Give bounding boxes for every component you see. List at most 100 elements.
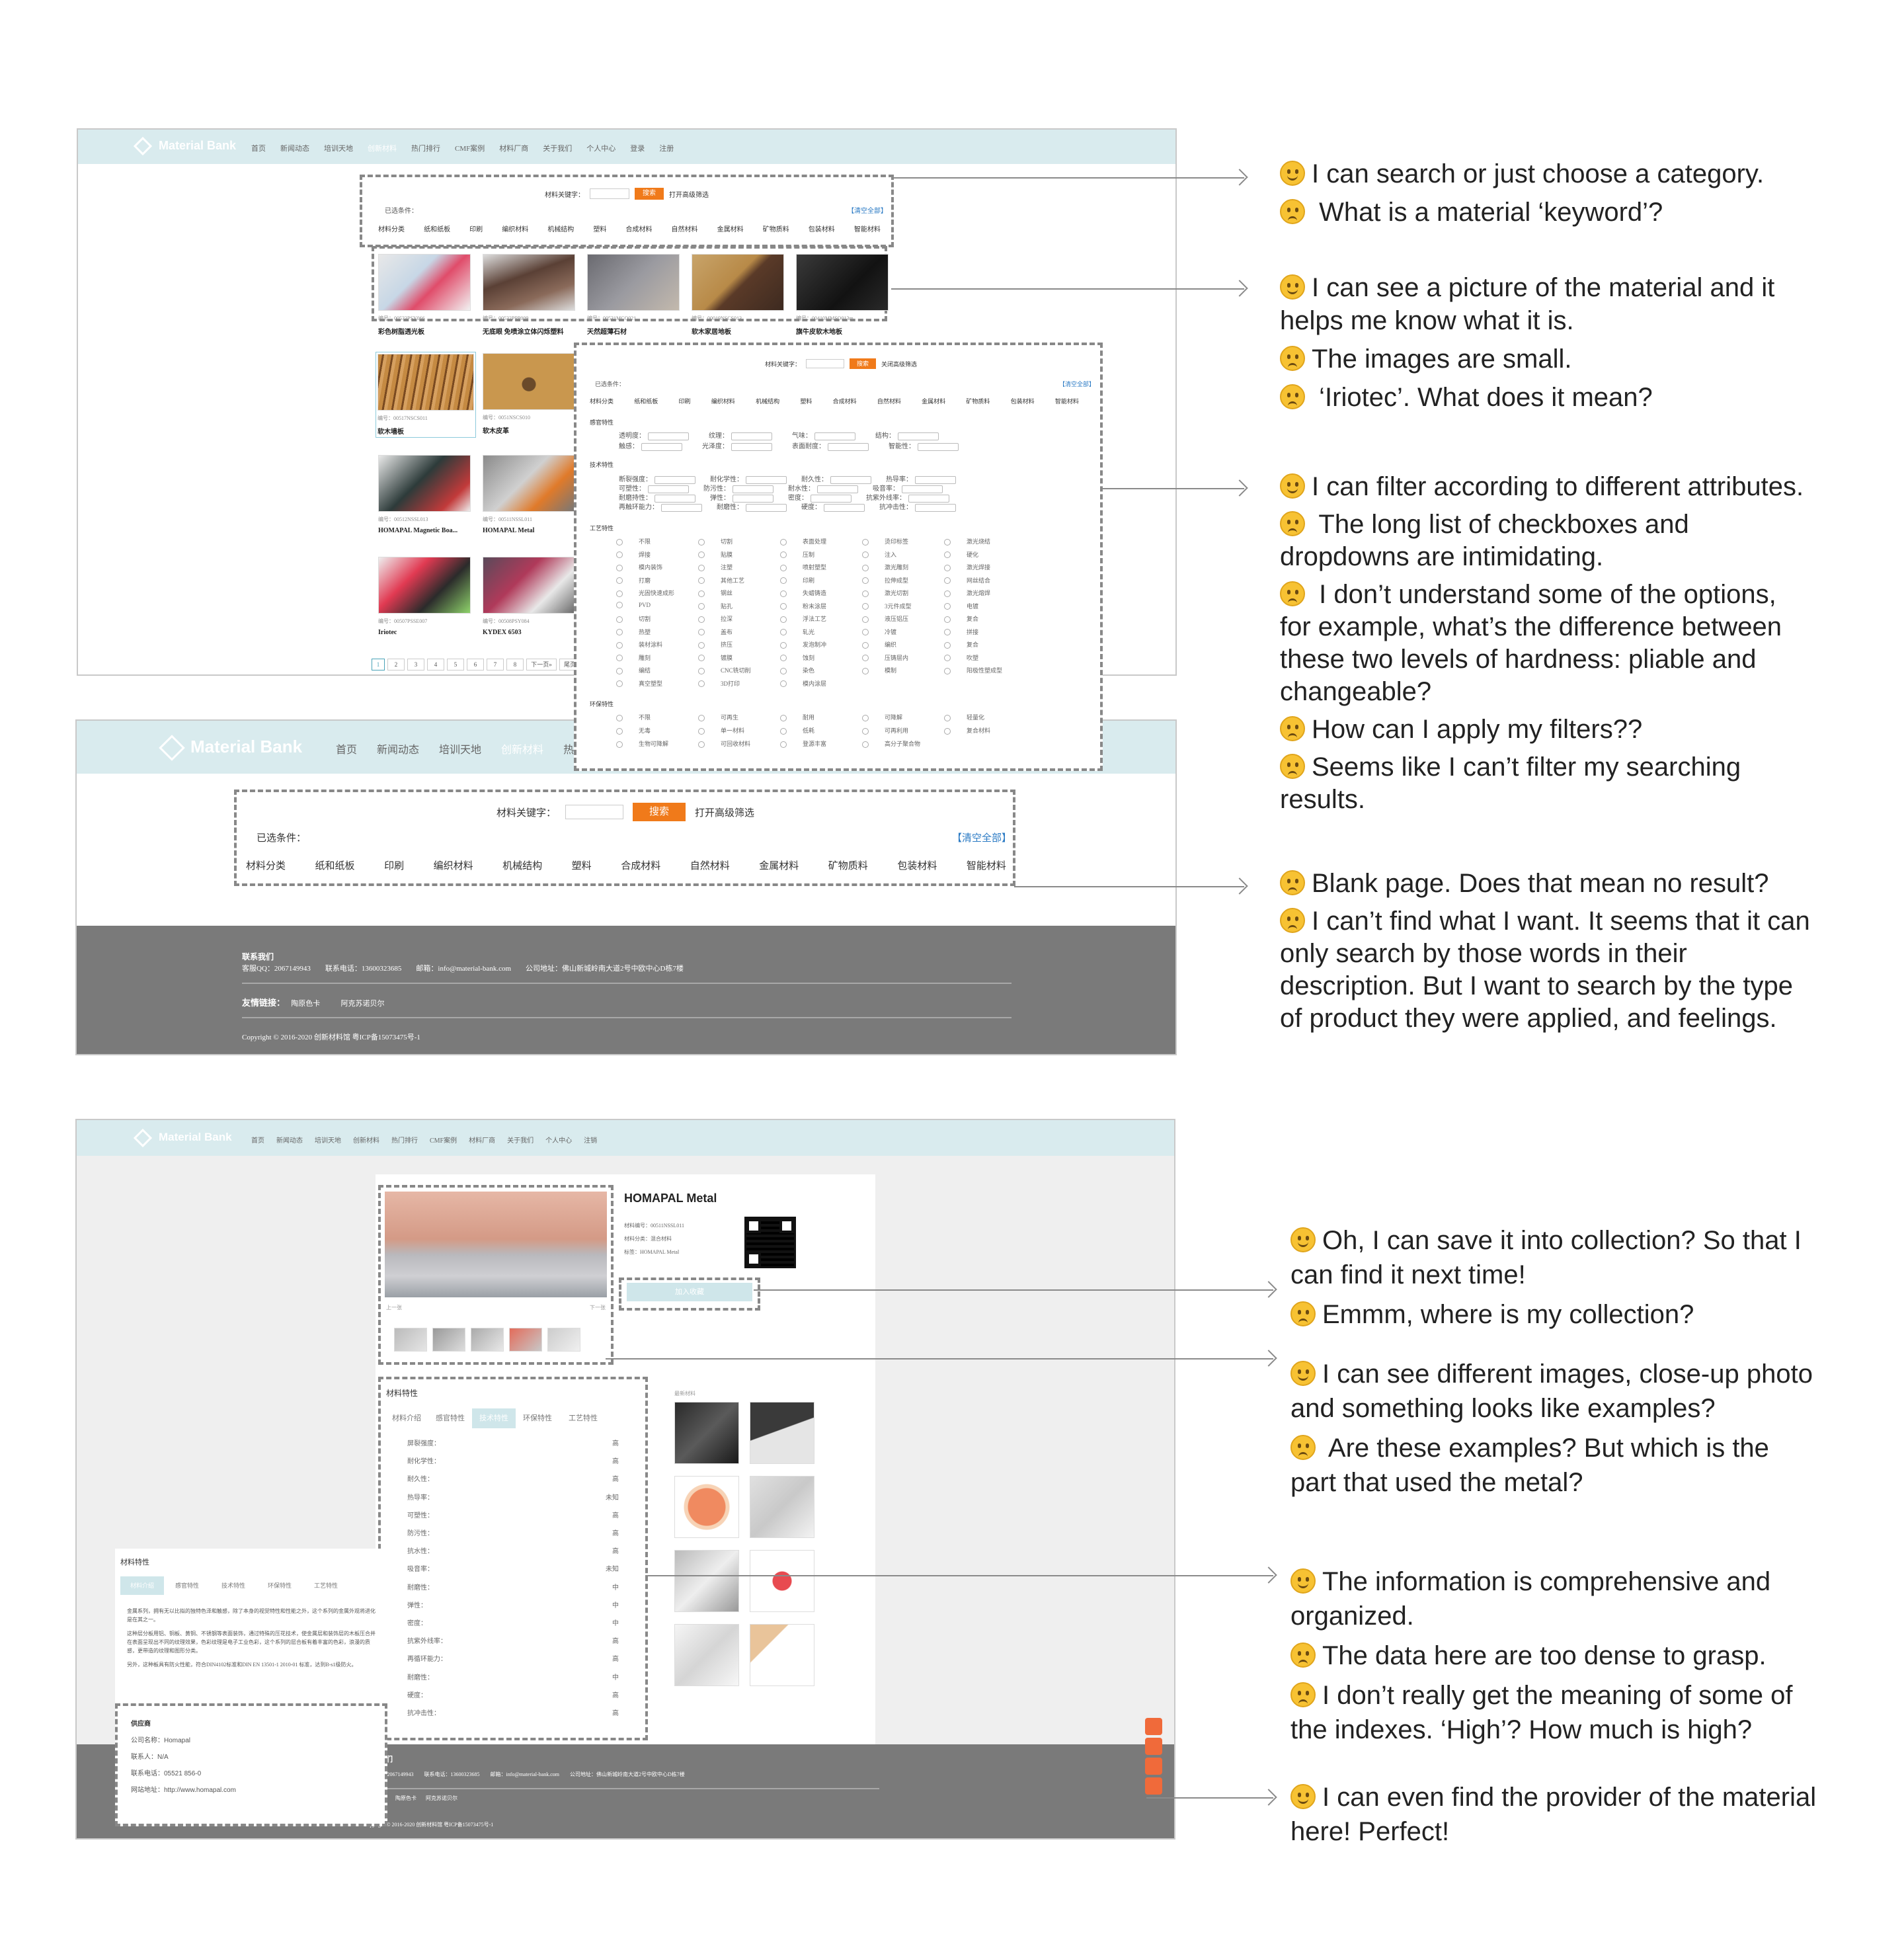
material-image[interactable] xyxy=(378,455,471,512)
process-checkbox[interactable]: 热塑 xyxy=(616,628,651,636)
gallery-thumbnail[interactable] xyxy=(547,1328,580,1352)
filter-dropdown[interactable]: 透明度： xyxy=(619,430,689,440)
category-item[interactable]: 塑料 xyxy=(593,223,606,233)
advanced-filter-link[interactable]: 打开高级筛选 xyxy=(695,805,754,819)
eco-checkbox[interactable]: 低耗 xyxy=(780,726,814,735)
process-checkbox[interactable]: 电镀 xyxy=(944,602,978,610)
eco-checkbox[interactable]: 生物可降解 xyxy=(616,739,668,748)
process-checkbox[interactable]: 贴孔 xyxy=(698,602,733,610)
process-checkbox[interactable]: 切割 xyxy=(616,614,651,623)
process-checkbox[interactable]: 模内涂层 xyxy=(780,679,826,688)
next-page-link[interactable]: 下一页» xyxy=(526,659,557,670)
process-checkbox[interactable]: 染色 xyxy=(780,666,814,674)
result-tile[interactable]: 编号：00508PSY084 KYDEX 6503 xyxy=(483,557,575,636)
nav-item[interactable]: 登录 xyxy=(630,143,645,153)
process-checkbox[interactable]: 压铸层内 xyxy=(862,653,908,662)
process-checkbox[interactable]: 模制 xyxy=(862,666,896,674)
search-button[interactable]: 搜索 xyxy=(635,188,664,200)
filter-dropdown[interactable]: 结构： xyxy=(875,430,939,440)
process-checkbox[interactable]: 蚀刻 xyxy=(780,653,814,662)
process-checkbox[interactable]: 阳极性塑成型 xyxy=(944,666,1002,674)
category-item[interactable]: 合成材料 xyxy=(625,223,652,233)
tab-process[interactable]: 工艺特性 xyxy=(559,1408,607,1428)
tab-intro[interactable]: 材料介绍 xyxy=(385,1408,428,1428)
category-item[interactable]: 纸和纸板 xyxy=(315,858,355,872)
category-item[interactable]: 编织材料 xyxy=(711,397,735,405)
tab-environmental[interactable]: 环保特性 xyxy=(516,1408,559,1428)
filter-dropdown[interactable]: 光泽度： xyxy=(702,440,772,451)
site-logo[interactable]: Material Bank xyxy=(133,1128,232,1147)
main-product-image[interactable] xyxy=(385,1192,607,1297)
similar-material[interactable] xyxy=(750,1402,814,1464)
process-checkbox[interactable]: 复合 xyxy=(944,640,978,649)
category-item[interactable]: 包装材料 xyxy=(897,858,937,872)
process-checkbox[interactable]: 雕刻 xyxy=(616,653,651,662)
nav-item[interactable]: 材料厂商 xyxy=(499,143,528,153)
page-link[interactable]: 6 xyxy=(467,659,484,670)
process-checkbox[interactable]: 激光雕刻 xyxy=(862,563,908,571)
process-checkbox[interactable]: 编结 xyxy=(616,666,651,674)
nav-item[interactable]: CMF案例 xyxy=(455,143,485,153)
similar-material[interactable] xyxy=(674,1550,739,1612)
category-item[interactable]: 合成材料 xyxy=(621,858,660,872)
nav-item[interactable]: 新闻动态 xyxy=(377,741,419,756)
process-checkbox[interactable]: 真空塑型 xyxy=(616,679,662,688)
tab-sensory[interactable]: 感官特性 xyxy=(428,1408,472,1428)
process-checkbox[interactable]: 钢丝 xyxy=(698,588,733,597)
nav-item[interactable]: 注册 xyxy=(659,143,674,153)
category-item[interactable]: 塑料 xyxy=(572,858,592,872)
category-item[interactable]: 塑料 xyxy=(800,397,812,405)
category-item[interactable]: 自然材料 xyxy=(672,223,698,233)
keyword-input[interactable] xyxy=(806,359,844,368)
category-item[interactable]: 自然材料 xyxy=(690,858,730,872)
material-name[interactable]: 彩色树脂透光板 xyxy=(378,326,471,336)
search-button[interactable]: 搜索 xyxy=(633,803,686,821)
search-button[interactable]: 搜索 xyxy=(850,358,876,369)
material-image[interactable] xyxy=(483,557,575,614)
category-item[interactable]: 编织材料 xyxy=(502,223,528,233)
similar-material[interactable] xyxy=(750,1624,814,1686)
process-checkbox[interactable]: PVD xyxy=(616,602,651,609)
category-item[interactable]: 包装材料 xyxy=(1011,397,1035,405)
eco-checkbox[interactable]: 单一材料 xyxy=(698,726,744,735)
site-logo[interactable]: Material Bank xyxy=(133,137,236,156)
friend-link[interactable]: 陶原色卡 xyxy=(291,1000,320,1008)
category-item[interactable]: 纸和纸板 xyxy=(424,223,450,233)
nav-item[interactable]: 材料厂商 xyxy=(469,1135,495,1145)
tab-intro[interactable]: 材料介绍 xyxy=(120,1576,164,1595)
process-checkbox[interactable]: 冷镀 xyxy=(862,628,896,636)
material-image[interactable] xyxy=(377,354,474,411)
process-checkbox[interactable]: 注塑 xyxy=(698,563,733,571)
image-counter-next[interactable]: 下一张 xyxy=(590,1304,606,1311)
material-image[interactable] xyxy=(796,254,889,311)
process-checkbox[interactable]: 3D打印 xyxy=(698,679,740,688)
nav-item[interactable]: 新闻动态 xyxy=(280,143,309,153)
similar-material[interactable] xyxy=(750,1476,814,1538)
result-tile[interactable]: 编号：00410MMSO013m 旗牛皮软木地板 xyxy=(796,254,889,336)
page-link[interactable]: 7 xyxy=(487,659,504,670)
filter-dropdown[interactable]: 再触环能力： xyxy=(619,501,702,512)
result-tile[interactable]: 编号：0051NSCS010 软木皮革 xyxy=(483,353,575,435)
result-tile[interactable]: 编号：00517NSCS011 软木墙板 xyxy=(376,352,476,438)
gallery-thumbnail[interactable] xyxy=(432,1328,465,1352)
process-checkbox[interactable]: CNC铣切削 xyxy=(698,666,751,674)
process-checkbox[interactable]: 喷射塑型 xyxy=(780,563,826,571)
filter-dropdown[interactable]: 触感： xyxy=(619,440,682,451)
tab-sensory[interactable]: 感官特性 xyxy=(164,1576,210,1595)
process-checkbox[interactable]: 焊接 xyxy=(616,550,651,559)
material-name[interactable]: Iriotec xyxy=(378,629,471,636)
category-item[interactable]: 自然材料 xyxy=(877,397,901,405)
similar-material[interactable] xyxy=(750,1550,814,1612)
material-image[interactable] xyxy=(483,254,575,311)
category-item[interactable]: 金属材料 xyxy=(759,858,799,872)
site-logo[interactable]: Material Bank xyxy=(159,735,302,761)
filter-dropdown[interactable]: 硬度： xyxy=(801,501,865,512)
gallery-thumbnail[interactable] xyxy=(471,1328,504,1352)
process-checkbox[interactable]: 挤压 xyxy=(698,640,733,649)
filter-dropdown[interactable]: 纹理： xyxy=(709,430,772,440)
result-tile[interactable]: 编号：00507PSSE007 Iriotec xyxy=(378,557,471,636)
eco-checkbox[interactable]: 可降解 xyxy=(862,713,902,721)
page-link[interactable]: 3 xyxy=(407,659,424,670)
category-item[interactable]: 机械结构 xyxy=(547,223,574,233)
filter-dropdown[interactable]: 抗冲击性： xyxy=(879,501,956,512)
